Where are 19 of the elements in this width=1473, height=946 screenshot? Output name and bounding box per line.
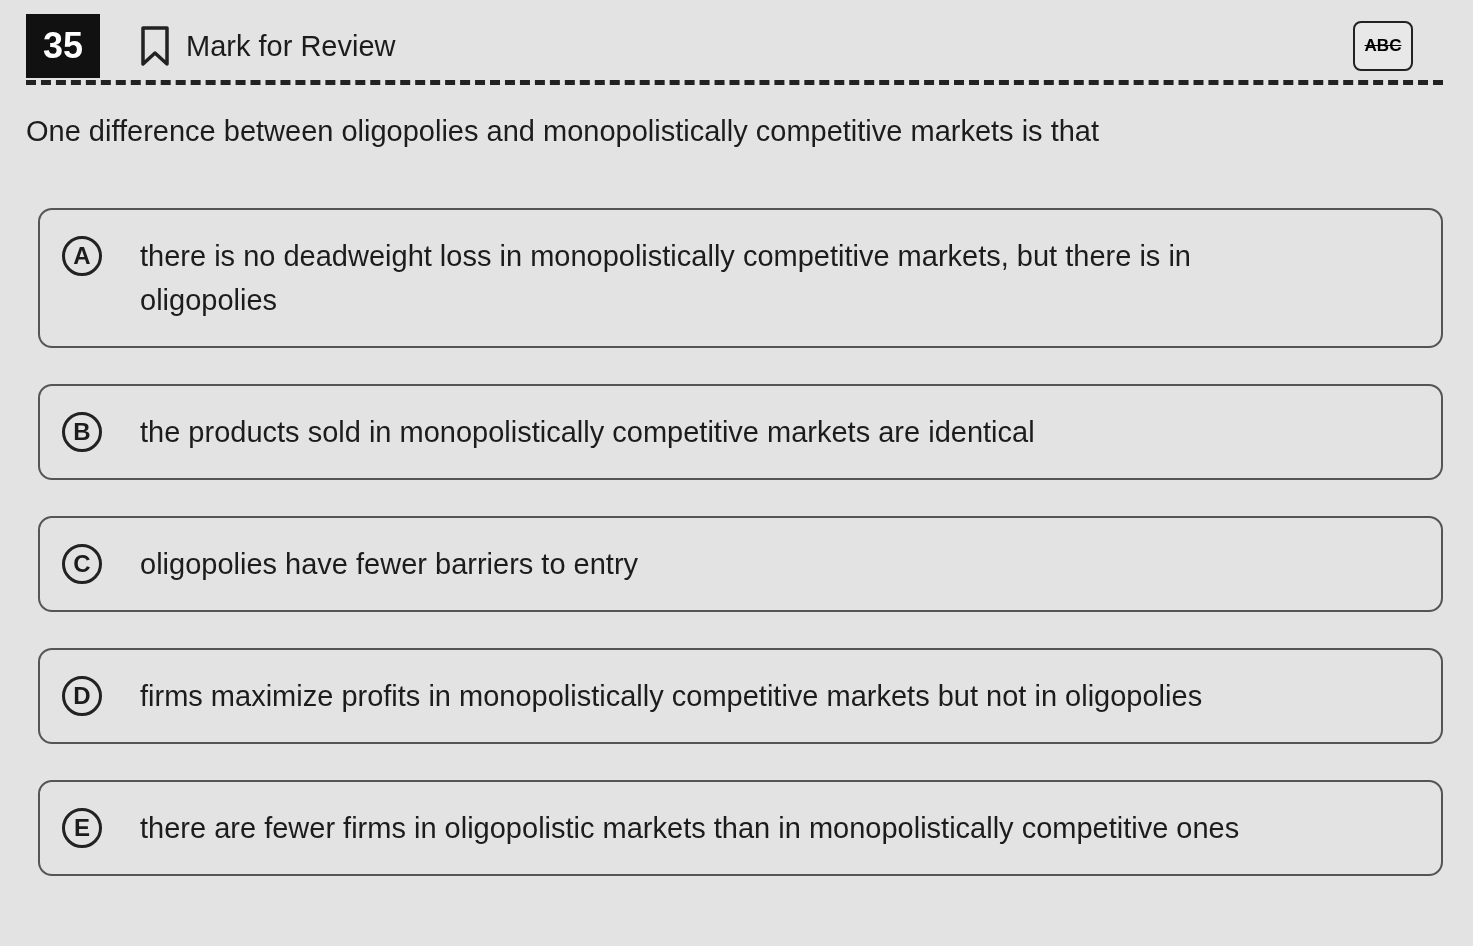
- answer-option[interactable]: C oligopolies have fewer barriers to entry: [38, 516, 1443, 612]
- option-text: there is no deadweight loss in monopolistically competitive markets, but there is in oligopolies: [140, 239, 1192, 318]
- option-text: the products sold in monopolistically competitive markets are identical: [140, 415, 1035, 450]
- option-letter: A: [62, 236, 102, 276]
- question-prompt: One difference between oligopolies and monopolistically competitive markets is that: [26, 115, 1101, 148]
- mark-for-review-button[interactable]: Mark for Review: [140, 26, 396, 66]
- answer-option[interactable]: B the products sold in monopolistically competitive markets are identical: [38, 384, 1443, 480]
- option-letter: E: [62, 808, 102, 848]
- answer-option[interactable]: E there are fewer firms in oligopolistic markets than in monopolistically competitive ones: [38, 780, 1443, 876]
- answer-option[interactable]: A there is no deadweight loss in monopolistically competitive markets, but there is in oligopolies: [38, 208, 1443, 348]
- option-text: oligopolies have fewer barriers to entry: [140, 547, 639, 582]
- option-letter: B: [62, 412, 102, 452]
- option-letter: D: [62, 676, 102, 716]
- option-text: firms maximize profits in monopolistically competitive markets but not in oligopolies: [140, 679, 1203, 714]
- option-text: there are fewer firms in oligopolistic markets than in monopolistically competitive ones: [140, 811, 1240, 846]
- option-letter: C: [62, 544, 102, 584]
- question-number: 35: [26, 14, 100, 78]
- option-eliminator-button[interactable]: ABC: [1353, 21, 1413, 71]
- answer-option[interactable]: D firms maximize profits in monopolistically competitive markets but not in oligopolies: [38, 648, 1443, 744]
